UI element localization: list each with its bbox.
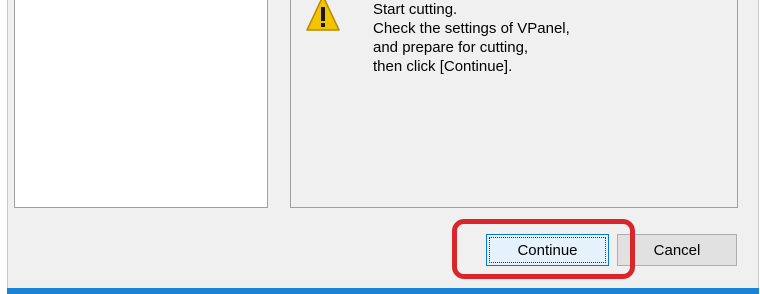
warning-icon xyxy=(306,0,340,31)
window-bottom-border xyxy=(7,288,759,294)
left-panel xyxy=(14,0,268,208)
message-text: Start cutting. Check the settings of VPa… xyxy=(373,1,570,75)
cancel-button[interactable]: Cancel xyxy=(617,234,737,266)
continue-button[interactable]: Continue xyxy=(486,234,609,266)
message-panel: Start cutting. Check the settings of VPa… xyxy=(290,0,738,208)
